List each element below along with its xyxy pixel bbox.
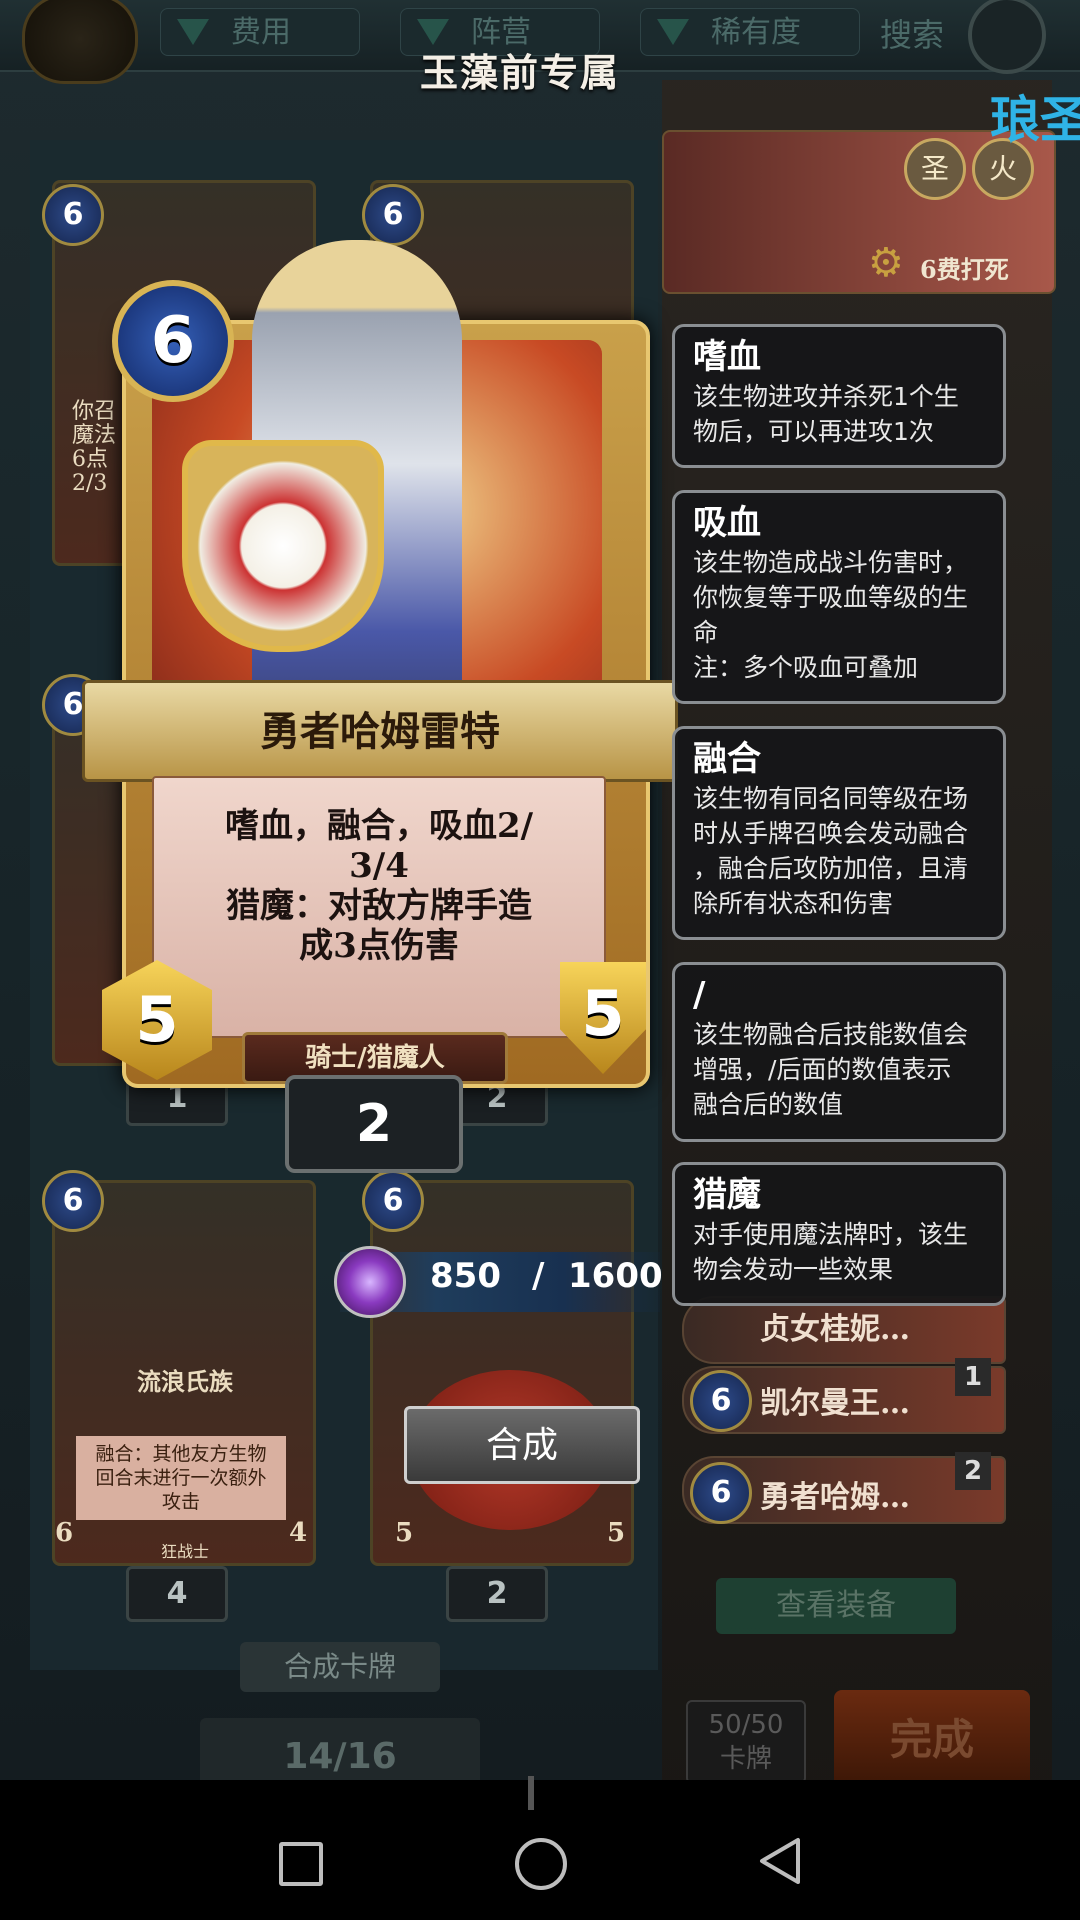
deck-card-count-value: 50/50	[708, 1710, 784, 1740]
dropdown-triangle-icon	[177, 19, 209, 45]
dust-separator: /	[532, 1256, 545, 1296]
deck-banner-text: 6费打死	[920, 255, 1009, 284]
card-description-box: 嗜血，融合，吸血2/ 3/4 猎魔：对敌方牌手造 成3点伤害	[152, 776, 606, 1038]
deck-card-count: 50/50 卡牌	[686, 1700, 806, 1784]
arcane-dust-icon	[334, 1246, 406, 1318]
back-triangle-icon[interactable]	[758, 1836, 802, 1886]
lion-shield-illustration	[182, 440, 384, 652]
tooltip-body: 该生物有同名同等级在场 时从手牌召唤会发动融合 ，融合后攻防加倍，且清 除所有状…	[693, 784, 969, 918]
tooltip-bloodthirst: 嗜血 该生物进攻并杀死1个生 物后，可以再进攻1次	[672, 324, 1006, 468]
tooltip-body: 该生物造成战斗伤害时， 你恢复等于吸血等级的生 命 注：多个吸血可叠加	[693, 548, 969, 682]
grid-card-cost: 6	[42, 1170, 104, 1232]
tooltip-slash: / 该生物融合后技能数值会 增强，/后面的数值表示 融合后的数值	[672, 962, 1006, 1142]
grid-card-name: 流浪氏族	[137, 1367, 233, 1396]
tooltip-title: 嗜血	[693, 337, 761, 377]
tooltip-body: 该生物融合后技能数值会 增强，/后面的数值表示 融合后的数值	[693, 1020, 969, 1119]
filter-cost-button[interactable]: 费用	[160, 8, 360, 56]
filter-rarity-button[interactable]: 稀有度	[640, 8, 860, 56]
deck-row-name: 贞女桂妮…	[760, 1312, 910, 1347]
filter-cost-label: 费用	[231, 15, 291, 50]
card-cost-gem: 6	[112, 280, 234, 402]
tooltip-fusion: 融合 该生物有同名同等级在场 时从手牌召唤会发动融合 ，融合后攻防加倍，且清 除…	[672, 726, 1006, 940]
deck-row-name: 勇者哈姆…	[760, 1480, 910, 1515]
deck-title-fragment: 琅圣	[990, 91, 1080, 149]
grid-card-text: 融合：其他友方生物 回合末进行一次额外 攻击	[76, 1436, 286, 1520]
grid-card-attack: 5	[394, 1518, 414, 1548]
craft-cards-tab[interactable]: 合成卡牌	[240, 1642, 440, 1692]
tooltip-title: 猎魔	[693, 1175, 761, 1215]
card-name-banner: 勇者哈姆雷特	[82, 680, 678, 782]
deck-row-name: 凯尔曼王…	[760, 1386, 910, 1421]
grid-card-attack: 6	[54, 1518, 74, 1548]
grid-card-cost: 6	[362, 184, 424, 246]
grid-card-cost: 6	[362, 1170, 424, 1232]
dust-total: 1600	[568, 1256, 663, 1296]
circle-icon[interactable]	[515, 1838, 567, 1890]
deck-row-cost: 6	[690, 1370, 752, 1432]
done-button[interactable]: 完成	[834, 1690, 1030, 1790]
deck-card-count-label: 卡牌	[719, 1744, 772, 1774]
search-label[interactable]: 搜索	[880, 10, 944, 56]
craft-button[interactable]: 合成	[404, 1406, 640, 1484]
holy-faction-icon: 圣	[904, 138, 966, 200]
deck-row-count: 2	[955, 1452, 991, 1490]
grid-card-health: 4	[288, 1518, 308, 1548]
deck-row-count: 1	[955, 1358, 991, 1396]
grid-card-health: 5	[606, 1518, 626, 1548]
view-equipment-button[interactable]: 查看装备	[716, 1578, 956, 1634]
gear-icon[interactable]: ⚙	[868, 240, 904, 286]
page-title: 玉藻前专属	[419, 50, 620, 95]
filter-rarity-label: 稀有度	[711, 15, 801, 50]
card-name: 勇者哈姆雷特	[260, 708, 500, 755]
grid-card-count: 2	[446, 1566, 548, 1622]
tooltip-title: 融合	[693, 739, 761, 779]
grid-card-tribe: 狂战士	[160, 1542, 209, 1561]
tooltip-title: 吸血	[693, 503, 761, 543]
deck-row-cost: 6	[690, 1462, 752, 1524]
tooltip-lifesteal: 吸血 该生物造成战斗伤害时， 你恢复等于吸血等级的生 命 注：多个吸血可叠加	[672, 490, 1006, 704]
grid-card-count: 4	[126, 1566, 228, 1622]
card-description: 嗜血，融合，吸血2/ 3/4 猎魔：对敌方牌手造 成3点伤害	[224, 806, 534, 966]
dust-current: 850	[430, 1256, 501, 1296]
back-button[interactable]	[22, 0, 138, 84]
square-icon[interactable]	[279, 1842, 323, 1886]
featured-card-count: 2	[285, 1075, 463, 1173]
tooltip-demon-hunt: 猎魔 对手使用魔法牌时，该生 物会发动一些效果	[672, 1162, 1006, 1306]
tooltip-body: 对手使用魔法牌时，该生 物会发动一些效果	[693, 1220, 969, 1284]
dropdown-triangle-icon	[657, 19, 689, 45]
tooltip-body: 该生物进攻并杀死1个生 物后，可以再进攻1次	[693, 382, 959, 446]
featured-card[interactable]: 6 勇者哈姆雷特 嗜血，融合，吸血2/ 3/4 猎魔：对敌方牌手造 成3点伤害 …	[82, 240, 678, 1088]
scroll-indicator	[528, 1776, 534, 1810]
tooltip-title: /	[693, 975, 706, 1015]
grid-card-cost: 6	[42, 184, 104, 246]
